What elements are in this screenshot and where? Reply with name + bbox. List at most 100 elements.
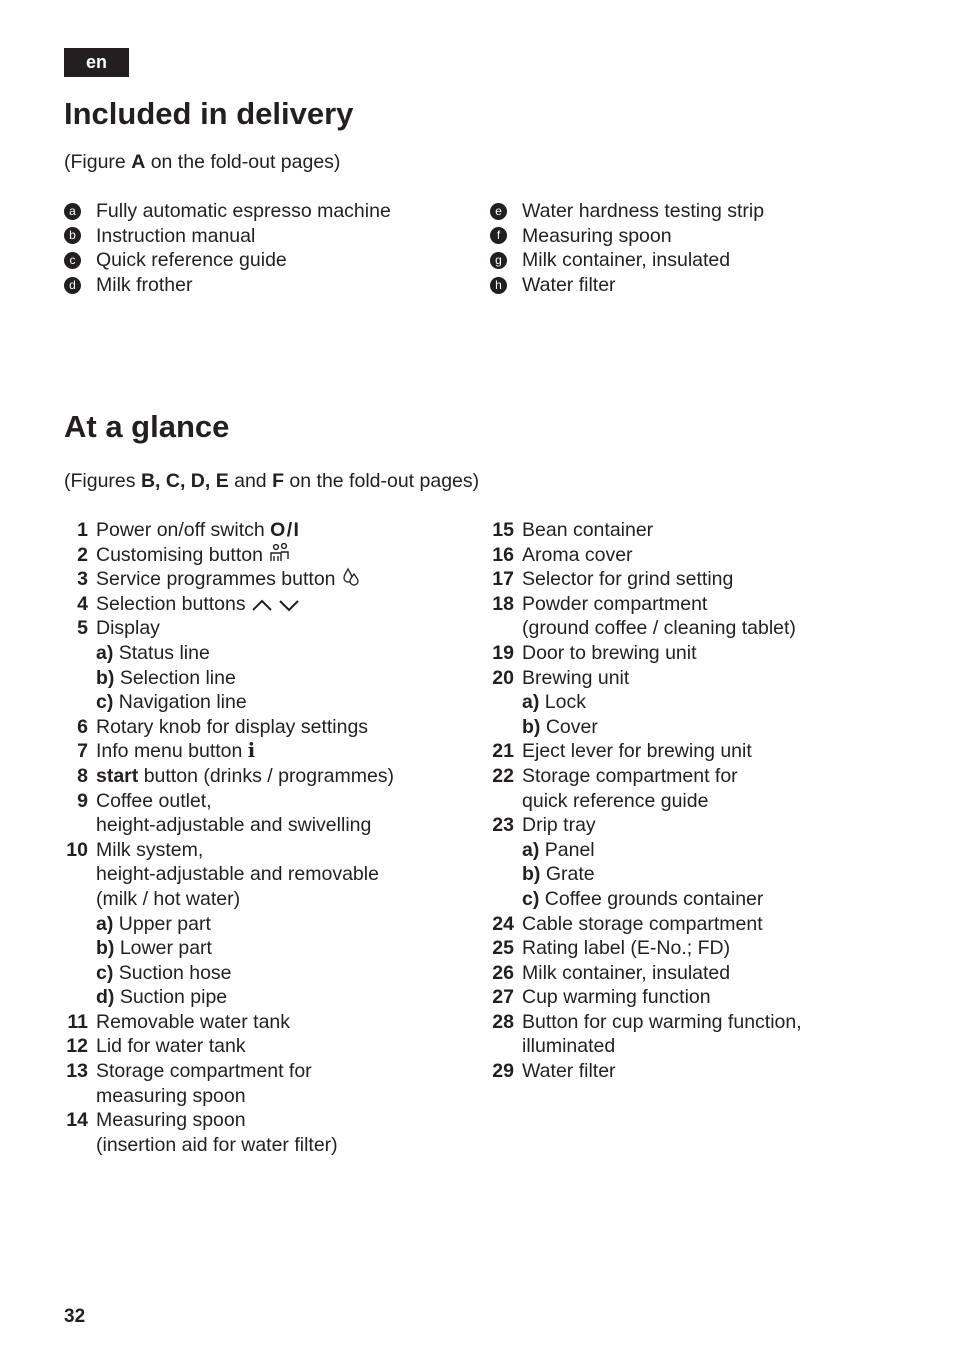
part-number: 8 bbox=[77, 764, 88, 787]
section-title-included-in-delivery: Included in delivery bbox=[64, 96, 354, 131]
part-label: Door to brewing unit bbox=[522, 641, 697, 664]
part-number: 10 bbox=[66, 838, 88, 861]
part-label: Selection buttons bbox=[96, 592, 252, 615]
delivery-item-label: Water hardness testing strip bbox=[522, 200, 765, 222]
delivery-item: f Measuring spoon bbox=[490, 224, 764, 249]
part-label-continued: (ground coffee / cleaning tablet) bbox=[522, 617, 796, 640]
part-number: 29 bbox=[492, 1060, 514, 1083]
part-item: 3 Service programmes button bbox=[64, 567, 464, 592]
delivery-item: h Water filter bbox=[490, 273, 764, 298]
delivery-item-label: Milk frother bbox=[96, 273, 193, 296]
part-item: 17 Selector for grind setting bbox=[490, 567, 890, 592]
part-label-continued: quick reference guide bbox=[522, 789, 709, 812]
part-number: 5 bbox=[77, 617, 88, 640]
sub-label: Panel bbox=[539, 838, 595, 861]
delivery-list-right: e Water hardness testing strip f Measuring… bbox=[490, 199, 764, 297]
part-label-continued: (milk / hot water) bbox=[96, 887, 241, 910]
subtitle-prefix: (Figure bbox=[64, 151, 132, 173]
part-label: Lid for water tank bbox=[96, 1035, 246, 1058]
sub-label: Cover bbox=[540, 715, 598, 738]
language-badge: en bbox=[64, 48, 129, 77]
part-number: 17 bbox=[492, 568, 514, 591]
parts-list-left: 1 Power on/off switch O / I 2 Customisin… bbox=[64, 518, 464, 1157]
sub-key: a) bbox=[96, 641, 114, 664]
sub-label: Suction pipe bbox=[114, 986, 228, 1009]
info-icon: i bbox=[247, 739, 256, 763]
sub-label: Suction hose bbox=[113, 961, 232, 984]
part-number: 23 bbox=[492, 814, 514, 837]
sub-item: a) Upper part bbox=[96, 912, 464, 937]
subtitle-suffix: on the fold-out pages) bbox=[284, 470, 480, 492]
part-number: 2 bbox=[77, 543, 88, 566]
sub-label: Upper part bbox=[113, 912, 211, 935]
marker-c-icon: c bbox=[64, 251, 81, 269]
part-number: 20 bbox=[492, 666, 514, 689]
delivery-item-label: Instruction manual bbox=[96, 224, 256, 247]
delivery-item-label: Milk container, insulated bbox=[522, 249, 731, 272]
chevron-down-icon[interactable] bbox=[278, 594, 300, 619]
part-label: Cup warming function bbox=[522, 986, 711, 1009]
marker-d-icon: d bbox=[64, 276, 81, 294]
part-label-continued: (insertion aid for water filter) bbox=[96, 1133, 338, 1156]
sub-key: b) bbox=[522, 863, 541, 886]
part-item: 15 Bean container bbox=[490, 518, 890, 543]
sub-item: c) Suction hose bbox=[96, 961, 464, 986]
sub-item: b) Cover bbox=[522, 715, 890, 740]
part-number: 1 bbox=[77, 519, 88, 541]
part-number: 6 bbox=[77, 715, 88, 738]
power-symbol-icon: O / I bbox=[270, 519, 299, 541]
part-item: 14 Measuring spoon (insertion aid for wa… bbox=[64, 1108, 464, 1157]
part-label: Display bbox=[96, 617, 160, 640]
delivery-item: d Milk frother bbox=[64, 273, 391, 298]
sub-key: a) bbox=[522, 838, 540, 861]
part-label: Milk container, insulated bbox=[522, 961, 731, 984]
sub-item: b) Lower part bbox=[96, 936, 464, 961]
part-item: 18 Powder compartment (ground coffee / c… bbox=[490, 592, 890, 641]
part-number: 14 bbox=[66, 1109, 88, 1132]
subtitle-prefix: (Figures bbox=[64, 470, 141, 492]
chevron-up-icon[interactable] bbox=[251, 594, 273, 619]
sub-item: a) Status line bbox=[96, 641, 464, 666]
part-number: 21 bbox=[492, 740, 514, 763]
sub-key: b) bbox=[522, 715, 541, 738]
part-label-continued: illuminated bbox=[522, 1035, 616, 1058]
delivery-item: c Quick reference guide bbox=[64, 248, 391, 273]
service-drops-icon bbox=[341, 567, 361, 594]
subtitle-suffix: on the fold-out pages) bbox=[145, 151, 341, 173]
sub-key: c) bbox=[522, 887, 540, 910]
part-label: Drip tray bbox=[522, 814, 596, 837]
part-item: 2 Customising button bbox=[64, 542, 464, 568]
marker-h-icon: h bbox=[490, 276, 507, 294]
part-label: Removable water tank bbox=[96, 1010, 291, 1033]
sub-key: a) bbox=[522, 691, 540, 714]
sub-key: a) bbox=[96, 912, 114, 935]
part-number: 19 bbox=[492, 641, 514, 664]
part-item: 19 Door to brewing unit bbox=[490, 641, 890, 666]
sub-key: c) bbox=[96, 961, 114, 984]
figure-letters: B, C, D, E bbox=[140, 470, 229, 492]
part-number: 9 bbox=[77, 789, 88, 812]
part-item: 11 Removable water tank bbox=[64, 1010, 464, 1035]
delivery-item: e Water hardness testing strip bbox=[490, 199, 764, 224]
part-item: 20 Brewing unit a) Lock b) Cover bbox=[490, 666, 890, 740]
sub-item: b) Grate bbox=[522, 862, 890, 887]
part-number: 25 bbox=[492, 937, 514, 960]
part-item: 21 Eject lever for brewing unit bbox=[490, 739, 890, 764]
part-item: 29 Water filter bbox=[490, 1059, 890, 1084]
sub-item: d) Suction pipe bbox=[96, 985, 464, 1010]
sub-label: Grate bbox=[540, 863, 595, 886]
part-label: Cable storage compartment bbox=[522, 912, 763, 935]
part-label: Info menu button bbox=[96, 740, 248, 763]
marker-g-icon: g bbox=[490, 251, 507, 269]
part-label: Powder compartment bbox=[522, 592, 708, 615]
section-title-at-a-glance: At a glance bbox=[64, 409, 230, 444]
sub-label: Lock bbox=[539, 691, 586, 714]
sub-label: Status line bbox=[113, 641, 210, 664]
marker-e-icon: e bbox=[490, 202, 507, 220]
part-item: 12 Lid for water tank bbox=[64, 1034, 464, 1059]
sub-label: Coffee grounds container bbox=[539, 887, 764, 910]
figure-reference-glance: (Figures B, C, D, E and F on the fold-ou… bbox=[64, 470, 479, 493]
part-label: Bean container bbox=[522, 519, 654, 541]
part-label: Button for cup warming function, bbox=[522, 1010, 802, 1033]
part-number: 4 bbox=[77, 592, 88, 615]
